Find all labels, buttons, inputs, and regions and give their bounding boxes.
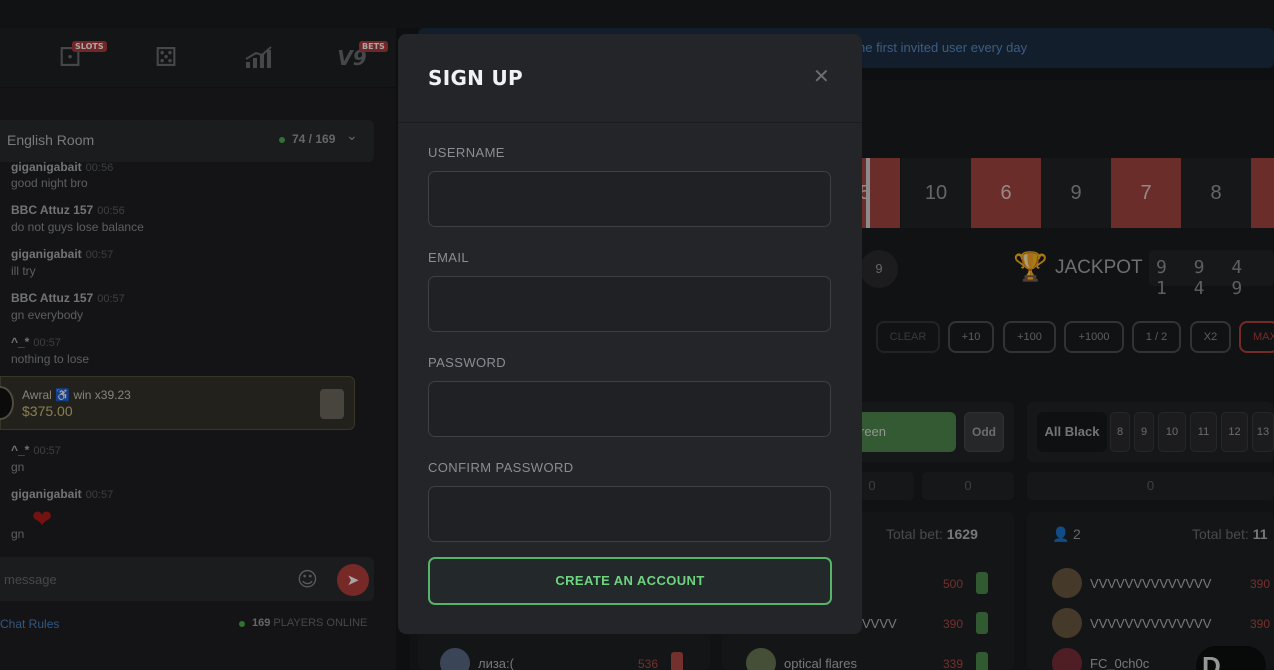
email-label: EMAIL	[428, 250, 470, 265]
signup-modal	[398, 34, 862, 634]
email-input[interactable]	[428, 276, 831, 332]
password-input[interactable]	[428, 381, 831, 437]
username-input[interactable]	[428, 171, 831, 227]
modal-title: SIGN UP	[428, 66, 523, 90]
create-account-button[interactable]: CREATE AN ACCOUNT	[428, 557, 832, 605]
modal-divider	[398, 122, 862, 123]
confirm-password-label: CONFIRM PASSWORD	[428, 460, 574, 475]
username-label: USERNAME	[428, 145, 505, 160]
confirm-password-input[interactable]	[428, 486, 831, 542]
password-label: PASSWORD	[428, 355, 507, 370]
close-icon[interactable]: ✕	[813, 64, 830, 88]
